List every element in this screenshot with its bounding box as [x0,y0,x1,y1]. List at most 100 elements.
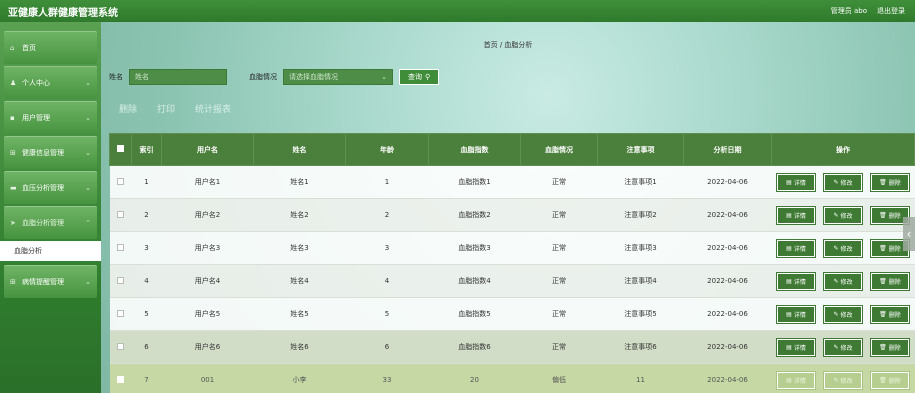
table-row[interactable]: 4 用户名4 姓名4 4 血脂指数4 正常 注意事项4 2022-04-06 ▤ 详情 ✎ 修改 🗑 删除 [109,264,915,298]
row-select-cell[interactable] [109,330,132,364]
select-all-header[interactable] [109,133,132,166]
row-select-cell[interactable] [109,363,132,393]
detail-button-label: 详情 [793,377,806,385]
sidebar-item-health-info[interactable]: ⊞ 健康信息管理 ⌄ [4,136,97,169]
delete-row-button[interactable]: 🗑 删除 [870,304,910,324]
cell-date: 2022-04-06 [683,330,772,364]
select-all-checkbox[interactable] [117,145,124,152]
row-actions: ▤ 详情 ✎ 修改 🗑 删除 [771,330,915,364]
sidebar-item-label: 首页 [22,43,36,52]
row-checkbox[interactable] [117,243,124,251]
trash-icon: 🗑 [879,277,887,285]
sidebar-subitem-lipid-analysis[interactable]: 血脂分析 [0,241,101,261]
detail-button[interactable]: ▤ 详情 [776,370,816,390]
delete-button[interactable]: 删除 [119,102,137,115]
detail-button[interactable]: ▤ 详情 [776,304,816,324]
table-row[interactable]: 2 用户名2 姓名2 2 血脂指数2 正常 注意事项2 2022-04-06 ▤ 详情 ✎ 修改 🗑 删除 [109,198,915,232]
sidebar-item-personal-center[interactable]: ♟ 个人中心 ⌄ [4,66,97,99]
row-checkbox[interactable] [117,177,124,185]
sidebar-item-reminders[interactable]: ⊞ 病情提醒管理 ⌄ [4,265,97,298]
logout-link[interactable]: 退出登录 [877,6,905,16]
delete-row-button[interactable]: 🗑 删除 [870,370,910,390]
delete-button-label: 删除 [888,212,901,220]
row-actions: ▤ 详情 ✎ 修改 🗑 删除 [771,231,915,265]
edit-button[interactable]: ✎ 修改 [823,304,863,324]
search-bar: 姓名 姓名 血脂情况 请选择血脂情况 ⌄ 查询 ⚲ [109,69,440,85]
row-checkbox[interactable] [117,309,124,317]
delete-row-button[interactable]: 🗑 删除 [870,172,910,192]
edit-button[interactable]: ✎ 修改 [823,337,863,357]
sidebar-item-user-management[interactable]: ▪ 用户管理 ⌄ [4,101,97,134]
search-icon: ⚲ [425,73,431,81]
row-select-cell[interactable] [109,297,132,331]
print-button[interactable]: 打印 [157,102,175,115]
detail-button[interactable]: ▤ 详情 [776,271,816,291]
cell-index: 4 [131,264,162,298]
detail-button[interactable]: ▤ 详情 [776,337,816,357]
row-select-cell[interactable] [109,165,132,199]
chevron-down-icon: ⌄ [85,113,91,122]
row-checkbox[interactable] [117,210,124,218]
stats-report-button[interactable]: 统计报表 [195,102,231,115]
lipid-status-placeholder: 请选择血脂情况 [289,73,338,81]
detail-icon: ▤ [786,211,792,219]
delete-row-button[interactable]: 🗑 删除 [870,337,910,357]
cell-index: 2 [131,198,162,232]
delete-button-label: 删除 [888,344,901,352]
row-select-cell[interactable] [109,264,132,298]
table-row[interactable]: 3 用户名3 姓名3 3 血脂指数3 正常 注意事项3 2022-04-06 ▤ 详情 ✎ 修改 🗑 删除 [109,231,915,265]
sidebar-item-blood-lipid[interactable]: ➤ 血脂分析管理 ⌃ [4,206,97,239]
cell-lipid-index: 血脂指数4 [428,264,521,298]
row-checkbox[interactable] [117,342,124,350]
detail-button[interactable]: ▤ 详情 [776,172,816,192]
edit-button-label: 修改 [840,179,853,187]
user-icon: ▪ [10,113,15,122]
cell-date: 2022-04-06 [683,198,772,232]
column-header: 索引 [131,133,162,166]
detail-icon: ▤ [786,376,792,384]
send-icon: ➤ [10,218,16,227]
cell-age: 2 [345,198,429,232]
delete-row-button[interactable]: 🗑 删除 [870,271,910,291]
edit-button-label: 修改 [840,377,853,385]
lipid-status-select[interactable]: 请选择血脂情况 ⌄ [283,69,393,85]
search-button[interactable]: 查询 ⚲ [399,69,440,85]
cell-age: 3 [345,231,429,265]
edit-button-label: 修改 [840,311,853,319]
edit-button[interactable]: ✎ 修改 [823,172,863,192]
row-checkbox[interactable] [117,375,124,383]
row-actions: ▤ 详情 ✎ 修改 🗑 删除 [771,198,915,232]
sidebar-item-home[interactable]: ⌂ 首页 [4,31,97,64]
row-select-cell[interactable] [109,198,132,232]
edit-button[interactable]: ✎ 修改 [823,370,863,390]
detail-icon: ▤ [786,178,792,186]
name-input[interactable]: 姓名 [129,69,227,85]
table-row[interactable]: 6 用户名6 姓名6 6 血脂指数6 正常 注意事项6 2022-04-06 ▤ 详情 ✎ 修改 🗑 删除 [109,330,915,364]
edit-button[interactable]: ✎ 修改 [823,238,863,258]
cell-lipid-index: 血脂指数2 [428,198,521,232]
cell-notes: 11 [597,363,684,393]
cell-name: 姓名4 [253,264,346,298]
row-checkbox[interactable] [117,276,124,284]
table-row[interactable]: 1 用户名1 姓名1 1 血脂指数1 正常 注意事项1 2022-04-06 ▤ 详情 ✎ 修改 🗑 删除 [109,165,915,199]
delete-button-label: 删除 [888,179,901,187]
breadcrumb-home[interactable]: 首页 [484,41,498,49]
person-icon: ♟ [10,78,17,87]
chevron-up-icon: ⌃ [85,218,91,227]
trash-icon: 🗑 [879,244,887,252]
trash-icon: 🗑 [879,211,887,219]
edit-button-label: 修改 [840,344,853,352]
sidebar-item-label: 健康信息管理 [22,148,64,157]
current-user-label[interactable]: 管理员 abo [831,6,867,16]
table-row[interactable]: 7 001 小李 33 20 偏低 11 2022-04-06 ▤ 详情 ✎ 修改 🗑 删除 [109,363,915,393]
sidebar-item-blood-pressure[interactable]: ▬ 血压分析管理 ⌄ [4,171,97,204]
detail-icon: ▤ [786,277,792,285]
row-select-cell[interactable] [109,231,132,265]
breadcrumb-separator: / [499,41,503,49]
edit-button[interactable]: ✎ 修改 [823,205,863,225]
edit-button[interactable]: ✎ 修改 [823,271,863,291]
table-row[interactable]: 5 用户名5 姓名5 5 血脂指数5 正常 注意事项5 2022-04-06 ▤ 详情 ✎ 修改 🗑 删除 [109,297,915,331]
detail-button[interactable]: ▤ 详情 [776,205,816,225]
detail-button[interactable]: ▤ 详情 [776,238,816,258]
chevron-left-icon[interactable]: ‹ [903,217,915,251]
